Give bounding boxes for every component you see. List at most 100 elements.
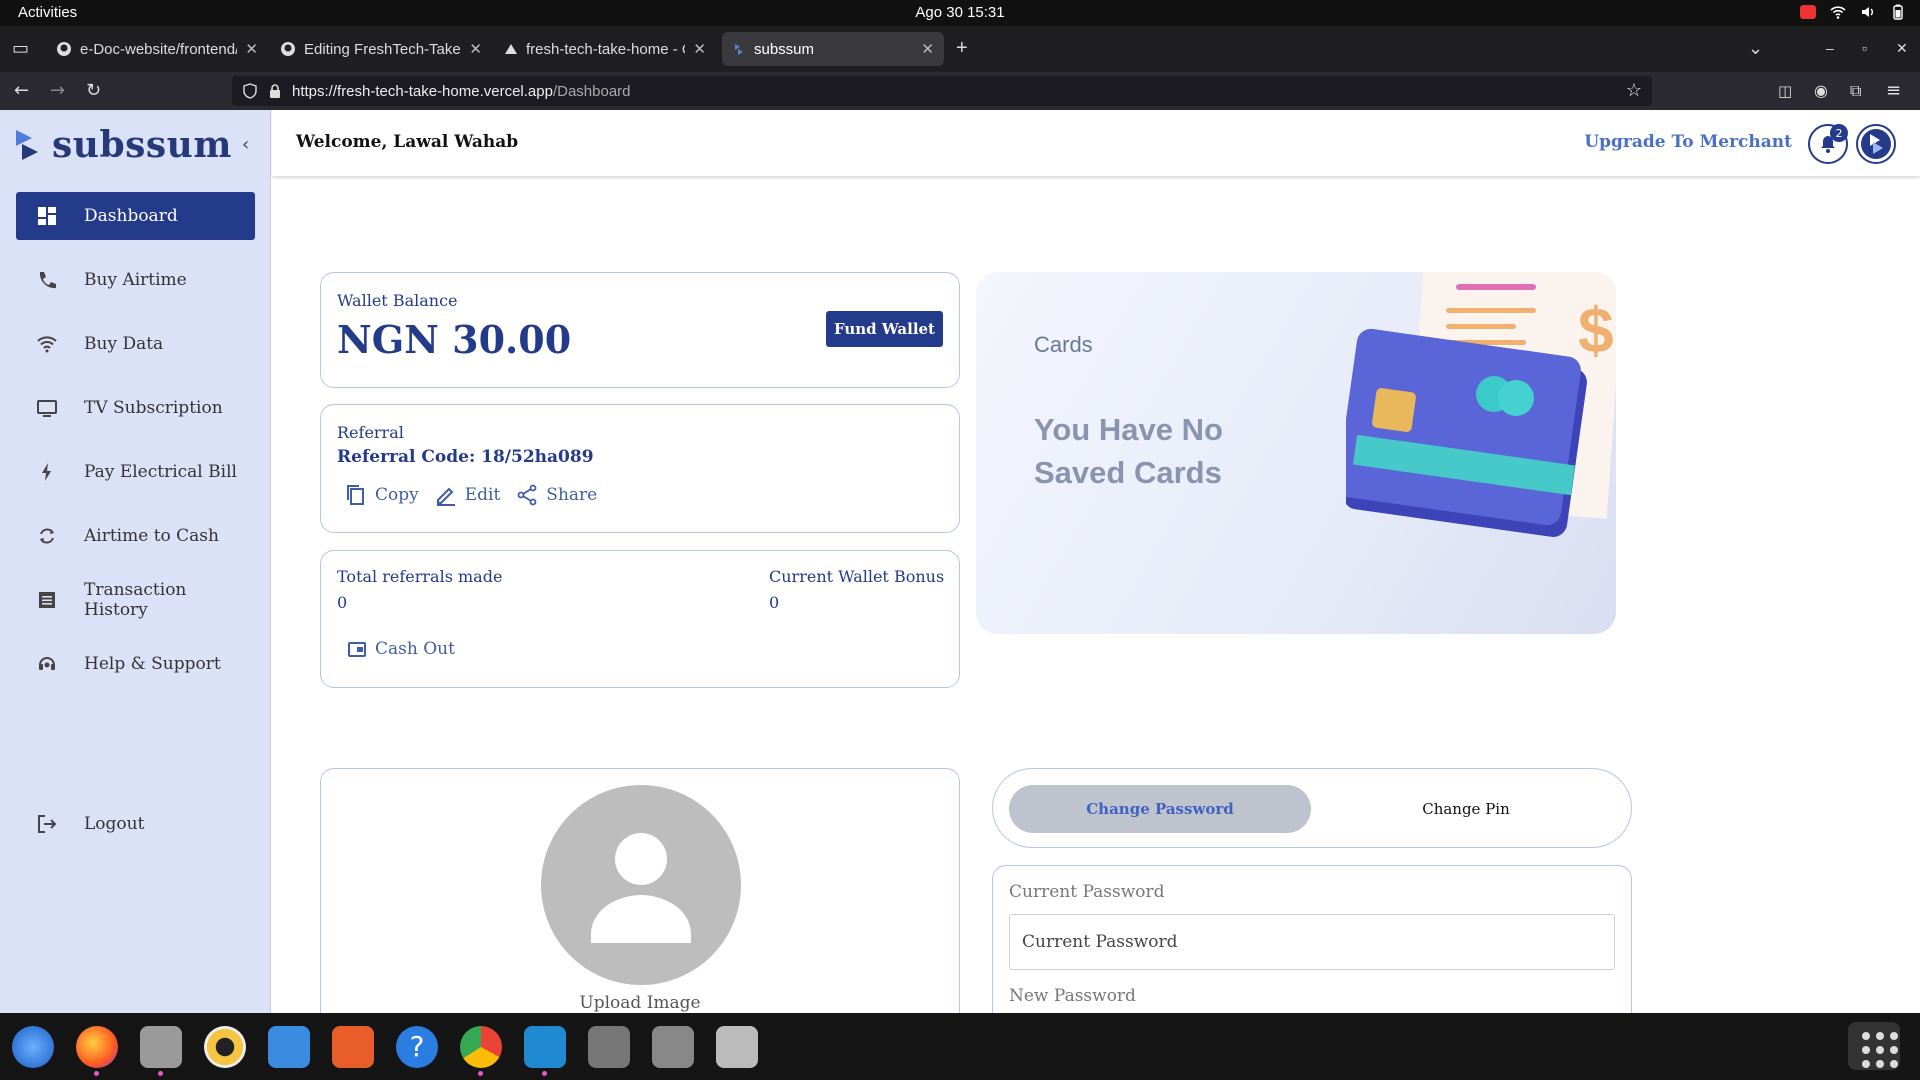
upgrade-to-merchant-link[interactable]: Upgrade To Merchant xyxy=(1584,132,1792,152)
phone-icon xyxy=(39,272,56,289)
subssum-icon xyxy=(735,44,743,55)
sidebar-item-airtime-to-cash[interactable]: Airtime to Cash xyxy=(16,512,255,560)
fund-wallet-button[interactable]: Fund Wallet xyxy=(825,311,943,347)
notification-count-badge: 2 xyxy=(1830,124,1848,142)
address-bar[interactable]: https://fresh-tech-take-home.vercel.app /… xyxy=(232,76,1652,106)
referral-stats-card: Total referrals made 0 Current Wallet Bo… xyxy=(320,550,960,688)
trash-icon[interactable] xyxy=(716,1025,758,1068)
sidebar: subssum ‹ Dashboard Buy Airtime Buy Data… xyxy=(0,110,271,1013)
share-icon xyxy=(517,484,537,506)
tab-list-icon[interactable]: ⌄ xyxy=(1748,38,1763,58)
current-password-input[interactable] xyxy=(1009,914,1615,970)
sidebar-item-buy-data[interactable]: Buy Data xyxy=(16,320,255,368)
browser-tab[interactable]: e-Doc-website/frontend/ ✕ xyxy=(46,32,268,66)
support-icon xyxy=(39,657,55,670)
system-clock[interactable]: Ago 30 15:31 xyxy=(0,4,1920,21)
sidebar-item-buy-airtime[interactable]: Buy Airtime xyxy=(16,256,255,304)
sidebar-item-dashboard[interactable]: Dashboard xyxy=(16,192,255,240)
copy-icon xyxy=(347,485,364,505)
help-icon[interactable]: ? xyxy=(396,1025,438,1068)
thunderbird-icon[interactable] xyxy=(12,1025,54,1068)
top-header: Welcome, Lawal Wahab Upgrade To Merchant… xyxy=(272,110,1920,176)
tab-change-pin[interactable]: Change Pin xyxy=(1315,785,1617,833)
user-avatar[interactable] xyxy=(1856,124,1896,164)
sidebar-item-tv-subscription[interactable]: TV Subscription xyxy=(16,384,255,432)
browser-tab[interactable]: Editing FreshTech-Take-H ✕ xyxy=(270,32,492,66)
app-root: subssum ‹ Dashboard Buy Airtime Buy Data… xyxy=(0,110,1920,1013)
rhythmbox-icon[interactable] xyxy=(204,1025,246,1068)
share-button[interactable]: Share xyxy=(516,484,597,506)
drive-icon[interactable] xyxy=(652,1025,694,1068)
list-icon xyxy=(39,592,55,608)
copy-label: Copy xyxy=(375,485,419,505)
tab-overview-icon[interactable]: ▭ xyxy=(12,38,29,58)
notifications-button[interactable]: 2 xyxy=(1808,124,1848,164)
vercel-icon xyxy=(505,44,517,54)
sidebar-item-label: Airtime to Cash xyxy=(84,526,219,546)
tab-change-password[interactable]: Change Password xyxy=(1009,785,1311,833)
browser-tab-active[interactable]: subssum ✕ xyxy=(722,32,944,66)
record-icon[interactable] xyxy=(1800,5,1816,19)
firefox-icon[interactable] xyxy=(76,1025,118,1076)
wallet-balance-label: Wallet Balance xyxy=(337,291,458,310)
menu-icon[interactable]: ≡ xyxy=(1886,81,1901,101)
close-window-icon[interactable]: ✕ xyxy=(1896,38,1908,58)
browser-tab[interactable]: fresh-tech-take-home - O ✕ xyxy=(494,32,716,66)
brand-logo[interactable]: subssum xyxy=(12,124,232,166)
svg-text:$: $ xyxy=(1578,294,1614,366)
close-tab-icon[interactable]: ✕ xyxy=(469,40,482,58)
sidebar-item-label: TV Subscription xyxy=(84,398,223,418)
files-icon[interactable] xyxy=(140,1025,182,1076)
show-apps-button[interactable] xyxy=(1848,1022,1900,1070)
person-icon xyxy=(591,833,691,943)
sidebar-item-label: Transaction History xyxy=(84,580,187,620)
bookmark-star-icon[interactable]: ☆ xyxy=(1626,80,1642,101)
sidebar-item-label: Buy Airtime xyxy=(84,270,187,290)
wifi-icon[interactable] xyxy=(1830,4,1846,20)
upload-image-link[interactable]: Upload Image xyxy=(321,993,959,1013)
new-tab-icon[interactable]: + xyxy=(956,38,968,58)
total-referrals-value: 0 xyxy=(337,593,348,612)
minimize-icon[interactable]: – xyxy=(1826,38,1834,58)
system-tray[interactable] xyxy=(1800,4,1906,20)
app-center-icon[interactable] xyxy=(332,1025,374,1068)
close-tab-icon[interactable]: ✕ xyxy=(921,40,934,58)
credit-card-illustration: $ xyxy=(1346,272,1616,537)
account-icon[interactable]: ◉ xyxy=(1814,81,1828,101)
sidebar-item-logout[interactable]: Logout xyxy=(16,800,255,848)
close-tab-icon[interactable]: ✕ xyxy=(693,40,706,58)
writer-icon[interactable] xyxy=(268,1025,310,1068)
referral-actions: Copy Edit Share xyxy=(345,483,597,507)
sidebar-item-label: Pay Electrical Bill xyxy=(84,462,237,482)
maximize-icon[interactable]: ▫ xyxy=(1862,38,1867,58)
github-icon xyxy=(281,42,295,56)
chrome-icon[interactable] xyxy=(460,1025,502,1076)
copy-button[interactable]: Copy xyxy=(345,483,419,507)
sidebar-item-help-support[interactable]: Help & Support xyxy=(16,640,255,688)
close-tab-icon[interactable]: ✕ xyxy=(245,40,258,58)
volume-icon[interactable] xyxy=(1860,4,1876,20)
wallet-icon xyxy=(348,642,366,657)
cash-out-button[interactable]: Cash Out xyxy=(347,639,455,659)
pocket-icon[interactable]: ◫ xyxy=(1778,81,1792,101)
reload-icon[interactable]: ↻ xyxy=(86,81,101,101)
os-dock: ? xyxy=(0,1013,1920,1080)
sidebar-item-pay-electrical-bill[interactable]: Pay Electrical Bill xyxy=(16,448,255,496)
url-host: https://fresh-tech-take-home.vercel.app xyxy=(292,82,553,100)
battery-icon[interactable] xyxy=(1890,4,1906,20)
avatar-placeholder[interactable] xyxy=(541,785,741,985)
sidebar-item-label: Buy Data xyxy=(84,334,164,354)
collapse-sidebar-icon[interactable]: ‹ xyxy=(242,134,249,155)
sidebar-item-transaction-history[interactable]: Transaction History xyxy=(16,576,255,624)
wallet-balance-value: NGN 30.00 xyxy=(337,317,572,362)
vscode-icon[interactable] xyxy=(524,1025,566,1076)
browser-nav-bar: ← → ↻ https://fresh-tech-take-home.verce… xyxy=(0,72,1920,110)
extensions-icon[interactable]: ⧉ xyxy=(1850,81,1861,101)
dashboard-icon xyxy=(38,207,56,225)
ssd-drive-icon[interactable] xyxy=(588,1025,630,1068)
back-icon[interactable]: ← xyxy=(14,81,29,101)
github-icon xyxy=(57,42,71,56)
logout-icon xyxy=(38,815,57,833)
forward-icon[interactable]: → xyxy=(50,81,65,101)
edit-button[interactable]: Edit xyxy=(435,484,500,506)
